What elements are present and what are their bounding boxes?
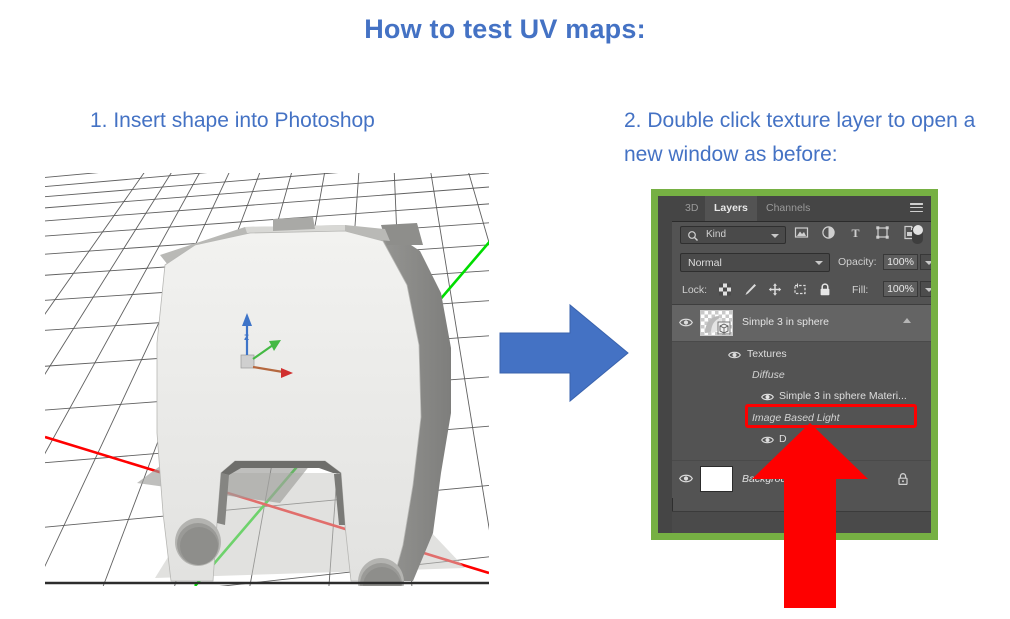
fill-stepper[interactable] <box>920 281 931 297</box>
page-title: How to test UV maps: <box>364 14 646 44</box>
chevron-down-icon[interactable] <box>771 234 779 238</box>
hamburger-menu-icon[interactable] <box>910 203 923 214</box>
white-thumbnail[interactable] <box>700 466 733 492</box>
fill-input[interactable]: 100% <box>883 281 918 297</box>
fill-label: Fill: <box>852 284 869 296</box>
tab-3d[interactable]: 3D <box>676 196 707 221</box>
lock-label: Lock: <box>682 284 708 296</box>
chevron-up-icon[interactable] <box>903 318 911 323</box>
eye-icon[interactable] <box>679 473 693 484</box>
eye-icon[interactable] <box>761 392 774 402</box>
filter-icon-group: T <box>794 225 917 240</box>
blend-mode-select[interactable]: Normal <box>680 253 830 272</box>
chevron-down-icon <box>925 288 931 292</box>
3d-viewport[interactable]: z <box>45 173 489 586</box>
3d-scene: z <box>45 173 489 586</box>
lock-icon-group <box>718 282 832 297</box>
sublayer-label-textures: Textures <box>747 348 787 360</box>
filter-kind-select[interactable]: Kind <box>680 226 786 244</box>
panel-left-rail <box>658 196 673 533</box>
table-row[interactable]: Simple 3 in sphere <box>672 305 931 342</box>
tab-layers[interactable]: Layers <box>705 196 757 221</box>
filter-kind-label: Kind <box>706 229 727 240</box>
type-layer-filter-icon[interactable]: T <box>848 225 863 240</box>
svg-text:T: T <box>851 226 859 240</box>
blend-mode-row: Normal Opacity: 100% <box>672 250 931 277</box>
arrow-right-icon <box>498 303 630 403</box>
tab-channels[interactable]: Channels <box>757 196 819 221</box>
step-2-title: 2. Double click texture layer to open a … <box>624 109 976 166</box>
list-item[interactable]: Textures <box>672 345 931 364</box>
adjustment-layer-filter-icon[interactable] <box>821 225 836 240</box>
chevron-down-icon <box>925 261 931 265</box>
opacity-label: Opacity: <box>838 256 877 268</box>
lock-position-icon[interactable] <box>768 282 782 297</box>
lock-transparent-pixels-icon[interactable] <box>718 282 732 297</box>
filter-toggle-switch[interactable] <box>912 225 923 244</box>
holes <box>175 518 221 566</box>
lock-artboard-icon[interactable] <box>793 282 807 297</box>
sublayer-label-material: Simple 3 in sphere Materi... <box>779 390 907 402</box>
eye-icon[interactable] <box>728 350 741 360</box>
svg-text:z: z <box>244 332 249 343</box>
blend-mode-value: Normal <box>688 257 722 269</box>
opacity-stepper[interactable] <box>920 254 931 270</box>
layer-name: Simple 3 in sphere <box>742 316 829 328</box>
lock-all-icon[interactable] <box>818 282 832 297</box>
search-icon <box>688 231 698 241</box>
arrow-up-icon <box>740 423 880 608</box>
layer-filter-row: Kind T <box>672 222 931 250</box>
list-item[interactable]: Simple 3 in sphere Materi... <box>672 387 931 406</box>
eye-icon[interactable] <box>679 317 693 328</box>
list-item: Diffuse <box>672 366 931 385</box>
chevron-down-icon[interactable] <box>815 261 823 265</box>
step-1-title: 1. Insert shape into Photoshop <box>90 109 375 132</box>
shape-layer-filter-icon[interactable] <box>875 225 890 240</box>
lock-icon[interactable] <box>897 472 909 486</box>
panel-tabbar: 3D Layers Channels <box>672 196 931 222</box>
3d-layer-thumbnail[interactable] <box>700 310 733 336</box>
lock-row: Lock: Fill: 100% <box>672 277 931 305</box>
pixel-layer-filter-icon[interactable] <box>794 225 809 240</box>
sublayer-label-diffuse: Diffuse <box>752 369 785 381</box>
lock-image-pixels-icon[interactable] <box>743 282 757 297</box>
opacity-input[interactable]: 100% <box>883 254 918 270</box>
slide-root: How to test UV maps: 1. Insert shape int… <box>0 0 1010 619</box>
